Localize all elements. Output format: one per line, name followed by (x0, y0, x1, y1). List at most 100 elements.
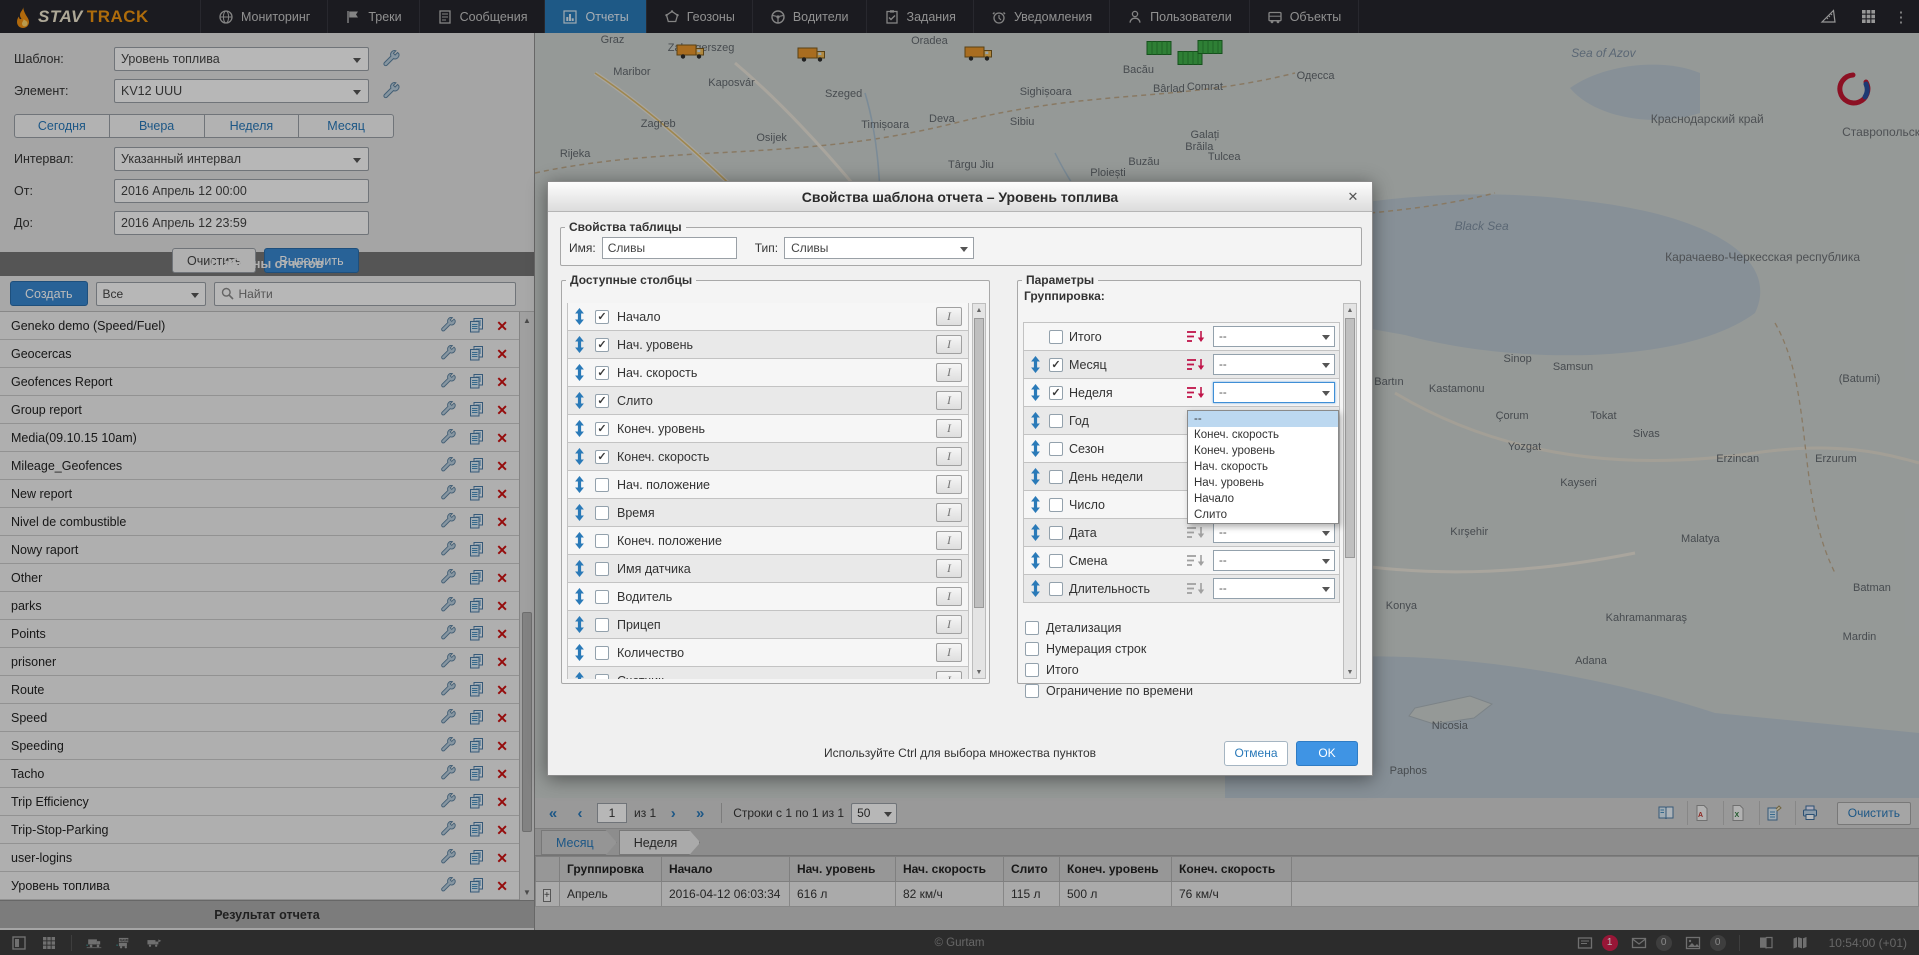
move-updown-icon[interactable] (574, 504, 587, 521)
dropdown-option[interactable]: Начало (1188, 491, 1338, 507)
move-updown-icon[interactable] (574, 308, 587, 325)
move-updown-icon[interactable] (1030, 412, 1043, 429)
dropdown-option[interactable]: Конеч. уровень (1188, 443, 1338, 459)
column-row[interactable]: Нач. положениеI (567, 470, 969, 499)
scroll-up-icon[interactable]: ▲ (1344, 304, 1356, 316)
column-checkbox[interactable] (595, 534, 609, 548)
dropdown-option[interactable]: Конеч. скорость (1188, 427, 1338, 443)
column-row[interactable]: ✓Нач. скоростьI (567, 358, 969, 387)
ok-button[interactable]: OK (1296, 741, 1358, 766)
column-checkbox[interactable] (595, 478, 609, 492)
grouping-sort-select[interactable]: -- (1213, 382, 1335, 403)
table-name-input[interactable] (602, 237, 737, 259)
sort-icon[interactable] (1185, 581, 1207, 596)
move-updown-icon[interactable] (574, 672, 587, 679)
column-row[interactable]: ✓СлитоI (567, 386, 969, 415)
grouping-sort-select[interactable]: -- (1213, 326, 1335, 347)
move-updown-icon[interactable] (1030, 440, 1043, 457)
parameters-scrollbar[interactable]: ▲ ▼ (1343, 303, 1357, 679)
cancel-button[interactable]: Отмена (1224, 741, 1288, 766)
grouping-checkbox[interactable] (1049, 470, 1063, 484)
column-format-button[interactable]: I (936, 503, 962, 522)
parameter-checkbox-row[interactable]: Итого (1023, 659, 1340, 680)
move-updown-icon[interactable] (1030, 468, 1043, 485)
grouping-row[interactable]: Итого-- (1023, 322, 1340, 351)
move-updown-icon[interactable] (574, 588, 587, 605)
move-updown-icon[interactable] (1030, 384, 1043, 401)
column-checkbox[interactable]: ✓ (595, 366, 609, 380)
scroll-thumb[interactable] (1345, 318, 1355, 558)
column-row[interactable]: ✓Конеч. скоростьI (567, 442, 969, 471)
grouping-checkbox[interactable] (1049, 414, 1063, 428)
column-format-button[interactable]: I (936, 671, 962, 679)
column-checkbox[interactable] (595, 506, 609, 520)
column-checkbox[interactable]: ✓ (595, 338, 609, 352)
column-format-button[interactable]: I (936, 307, 962, 326)
column-checkbox[interactable] (595, 590, 609, 604)
parameter-checkbox-row[interactable]: Нумерация строк (1023, 638, 1340, 659)
grouping-checkbox[interactable]: ✓ (1049, 358, 1063, 372)
move-updown-icon[interactable] (574, 420, 587, 437)
sort-icon[interactable] (1185, 357, 1207, 372)
grouping-sort-select[interactable]: -- (1213, 354, 1335, 375)
move-updown-icon[interactable] (574, 532, 587, 549)
grouping-checkbox[interactable]: ✓ (1049, 386, 1063, 400)
parameter-checkbox[interactable] (1025, 684, 1039, 698)
column-format-button[interactable]: I (936, 475, 962, 494)
parameter-checkbox-row[interactable]: Ограничение по времени (1023, 680, 1340, 701)
parameter-checkbox[interactable] (1025, 642, 1039, 656)
sort-icon[interactable] (1185, 385, 1207, 400)
column-format-button[interactable]: I (936, 643, 962, 662)
scroll-thumb[interactable] (974, 318, 984, 608)
column-format-button[interactable]: I (936, 559, 962, 578)
column-row[interactable]: ✓Конеч. уровеньI (567, 414, 969, 443)
dropdown-option[interactable]: Нач. скорость (1188, 459, 1338, 475)
grouping-checkbox[interactable] (1049, 554, 1063, 568)
grouping-row[interactable]: ✓Неделя-- (1023, 378, 1340, 407)
column-row[interactable]: ✓Нач. уровеньI (567, 330, 969, 359)
grouping-row[interactable]: ✓Месяц-- (1023, 350, 1340, 379)
move-updown-icon[interactable] (1030, 356, 1043, 373)
grouping-checkbox[interactable] (1049, 442, 1063, 456)
scroll-down-icon[interactable]: ▼ (973, 666, 985, 678)
column-row[interactable]: ВремяI (567, 498, 969, 527)
column-checkbox[interactable] (595, 562, 609, 576)
move-updown-icon[interactable] (574, 476, 587, 493)
grouping-sort-select[interactable]: -- (1213, 522, 1335, 543)
dropdown-option[interactable]: Слито (1188, 507, 1338, 523)
column-checkbox[interactable] (595, 618, 609, 632)
sort-icon[interactable] (1185, 329, 1207, 344)
move-updown-icon[interactable] (574, 560, 587, 577)
move-updown-icon[interactable] (1030, 496, 1043, 513)
move-updown-icon[interactable] (574, 336, 587, 353)
column-row[interactable]: ВодительI (567, 582, 969, 611)
dropdown-option[interactable]: Нач. уровень (1188, 475, 1338, 491)
column-format-button[interactable]: I (936, 363, 962, 382)
column-checkbox[interactable] (595, 646, 609, 660)
column-format-button[interactable]: I (936, 615, 962, 634)
parameter-checkbox[interactable] (1025, 663, 1039, 677)
column-row[interactable]: ПрицепI (567, 610, 969, 639)
sort-icon[interactable] (1185, 553, 1207, 568)
column-format-button[interactable]: I (936, 531, 962, 550)
grouping-row[interactable]: Смена-- (1023, 546, 1340, 575)
column-format-button[interactable]: I (936, 391, 962, 410)
column-row[interactable]: Конеч. положениеI (567, 526, 969, 555)
move-updown-icon[interactable] (574, 392, 587, 409)
move-updown-icon[interactable] (574, 448, 587, 465)
move-updown-icon[interactable] (574, 364, 587, 381)
columns-scrollbar[interactable]: ▲ ▼ (972, 303, 986, 679)
column-checkbox[interactable]: ✓ (595, 310, 609, 324)
move-updown-icon[interactable] (1030, 524, 1043, 541)
grouping-checkbox[interactable] (1049, 498, 1063, 512)
dropdown-option[interactable]: -- (1188, 411, 1338, 427)
column-format-button[interactable]: I (936, 335, 962, 354)
column-format-button[interactable]: I (936, 447, 962, 466)
column-checkbox[interactable] (595, 674, 609, 680)
column-checkbox[interactable]: ✓ (595, 450, 609, 464)
column-format-button[interactable]: I (936, 587, 962, 606)
table-type-select[interactable]: Сливы (784, 237, 974, 259)
parameter-checkbox[interactable] (1025, 621, 1039, 635)
sort-icon[interactable] (1185, 525, 1207, 540)
scroll-down-icon[interactable]: ▼ (1344, 666, 1356, 678)
